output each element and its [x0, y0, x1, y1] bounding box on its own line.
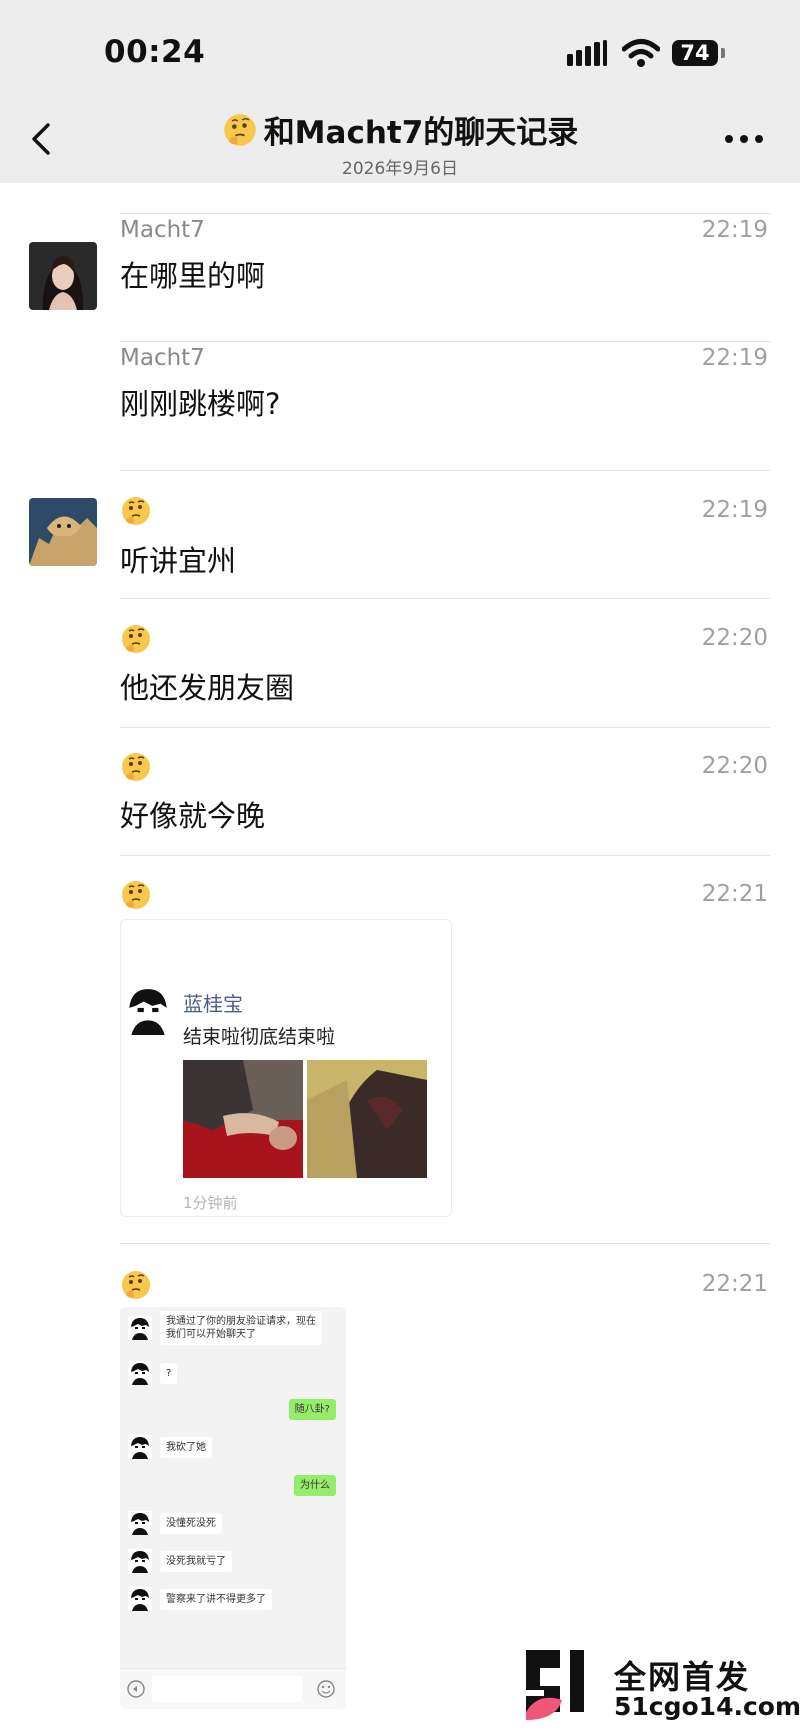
title-area: 和Macht7的聊天记录 2026年9月6日	[0, 107, 800, 179]
moments-photo-1	[183, 1060, 303, 1178]
cellular-signal-icon	[567, 40, 607, 66]
moments-post-text: 结束啦彻底结束啦	[183, 1026, 336, 1048]
divider	[120, 855, 770, 856]
mini-chat-row: 随八卦?	[288, 1399, 336, 1420]
message-sender: Macht7	[120, 217, 205, 243]
divider	[120, 213, 770, 214]
message-text[interactable]: 好像就今晚	[120, 793, 265, 835]
mini-bubble: ?	[160, 1362, 178, 1384]
mini-chat-row: ?	[128, 1361, 178, 1385]
mini-chat-row: 我砍了她	[128, 1435, 212, 1459]
mini-bubble: 警察来了讲不得更多了	[160, 1588, 272, 1610]
thinking-emoji-icon	[120, 751, 152, 783]
mini-chat-row: 我通过了你的朋友验证请求，现在我们可以开始聊天了	[128, 1311, 322, 1345]
mini-chat-row: 没死我就亏了	[128, 1549, 232, 1573]
mini-chat-row: 没懂死没死	[128, 1511, 222, 1535]
mini-avatar	[128, 1587, 152, 1611]
battery-indicator: 74	[672, 40, 718, 66]
mini-bubble: 我砍了她	[160, 1436, 212, 1458]
message-time: 22:19	[701, 497, 768, 523]
moments-screenshot-image[interactable]: 蓝桂宝 结束啦彻底结束啦 1分钟前	[120, 919, 452, 1217]
moments-avatar	[123, 984, 173, 1036]
message-time: 22:20	[701, 753, 768, 779]
message-text[interactable]: 他还发朋友圈	[120, 665, 294, 707]
page-subtitle: 2026年9月6日	[342, 159, 458, 179]
page-title-text: 和Macht7的聊天记录	[263, 115, 579, 151]
battery-cap	[721, 48, 725, 58]
wifi-icon	[622, 39, 660, 67]
mini-avatar	[128, 1549, 152, 1573]
more-options-icon[interactable]	[724, 133, 764, 145]
mini-bubble: 我通过了你的朋友验证请求，现在我们可以开始聊天了	[160, 1311, 322, 1345]
message-time: 22:19	[701, 217, 768, 243]
mini-bubble: 没懂死没死	[160, 1512, 222, 1534]
message-time: 22:19	[701, 345, 768, 371]
thinking-emoji-icon	[120, 623, 152, 655]
divider	[120, 470, 770, 471]
mini-bubble: 没死我就亏了	[160, 1550, 232, 1572]
message-text[interactable]: 刚刚跳楼啊?	[120, 381, 280, 423]
moments-time-ago: 1分钟前	[183, 1194, 238, 1212]
status-time: 00:24	[104, 34, 206, 70]
navigation-bar: 和Macht7的聊天记录 2026年9月6日	[0, 95, 800, 183]
divider	[120, 727, 770, 728]
message-sender: Macht7	[120, 345, 205, 371]
mini-text-field	[152, 1676, 302, 1702]
message-text[interactable]: 听讲宜州	[120, 538, 236, 580]
mini-bubble: 为什么	[294, 1475, 336, 1496]
mini-avatar	[128, 1435, 152, 1459]
message-time: 22:20	[701, 625, 768, 651]
moments-photo-2	[307, 1060, 427, 1178]
moments-username: 蓝桂宝	[183, 992, 243, 1016]
thinking-emoji-icon	[120, 879, 152, 911]
emoji-icon	[317, 1680, 335, 1698]
mini-chat-row: 为什么	[294, 1475, 336, 1496]
mini-bubble: 随八卦?	[288, 1399, 336, 1420]
thinking-emoji-icon	[222, 112, 258, 148]
status-bar: 00:24 74	[0, 0, 800, 95]
mini-avatar	[128, 1316, 152, 1340]
mini-avatar	[128, 1361, 152, 1385]
watermark-line2: 51cgo14.com	[614, 1692, 800, 1721]
divider	[120, 598, 770, 599]
avatar-self[interactable]	[29, 498, 97, 566]
chat-screenshot-image[interactable]: 我通过了你的朋友验证请求，现在我们可以开始聊天了 ? 随八卦? 我砍了她 为什么…	[120, 1307, 346, 1709]
divider	[120, 1243, 770, 1244]
divider	[120, 341, 770, 342]
message-time: 22:21	[701, 1271, 768, 1297]
message-text[interactable]: 在哪里的啊	[120, 253, 265, 295]
thinking-emoji-icon	[120, 1269, 152, 1301]
page-title: 和Macht7的聊天记录	[222, 107, 579, 152]
mini-input-bar	[120, 1668, 346, 1709]
thinking-emoji-icon	[120, 495, 152, 527]
mini-avatar	[128, 1511, 152, 1535]
watermark-logo-icon	[526, 1650, 584, 1720]
message-time: 22:21	[701, 881, 768, 907]
avatar-macht7[interactable]	[29, 242, 97, 310]
voice-icon	[127, 1680, 145, 1698]
mini-chat-row: 警察来了讲不得更多了	[128, 1587, 272, 1611]
